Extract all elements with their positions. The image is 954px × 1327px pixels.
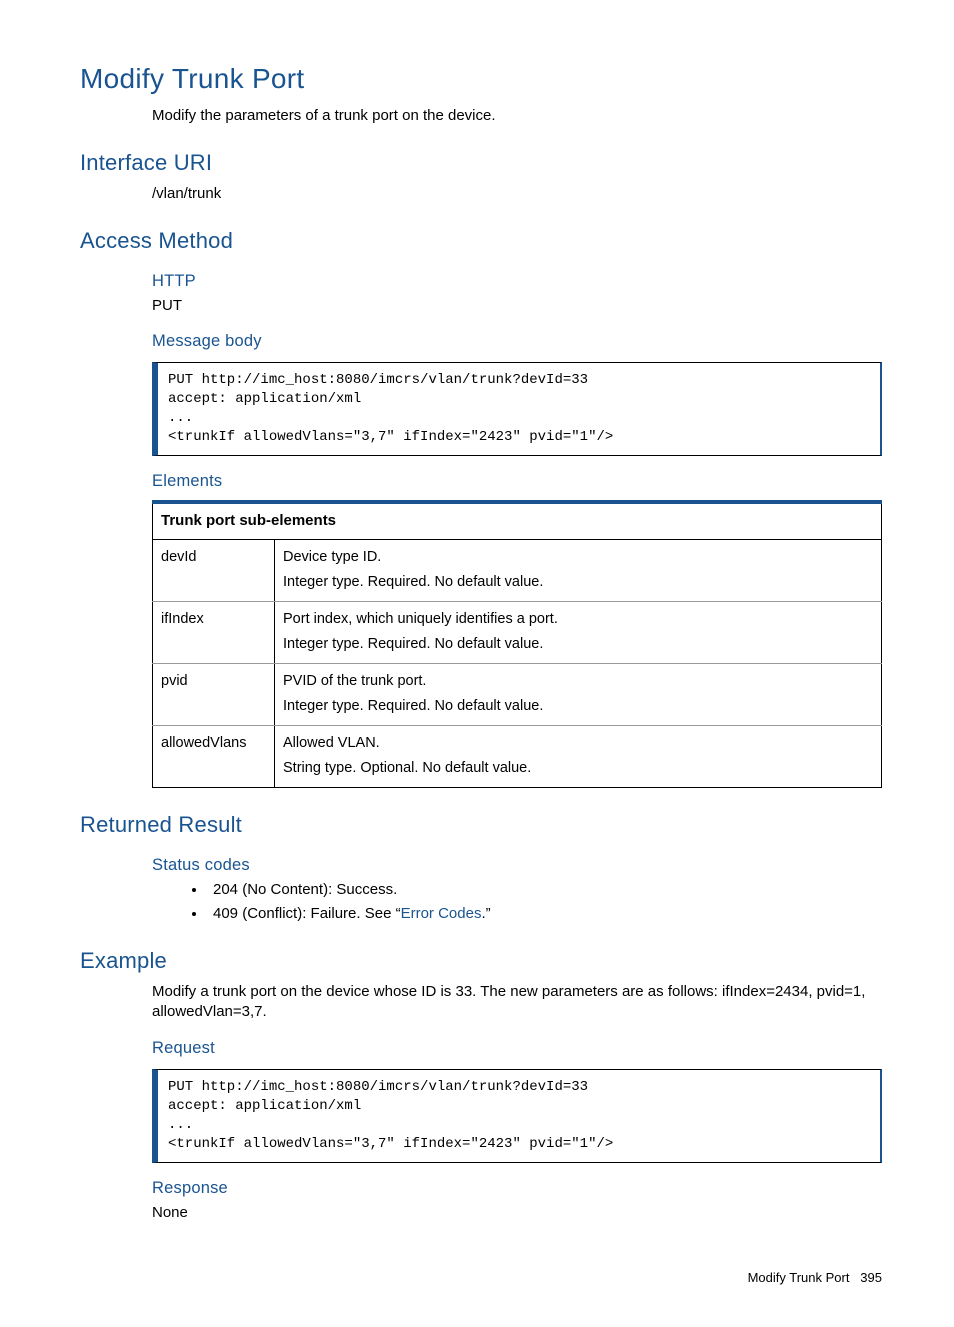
row-desc-1: Device type ID. (283, 548, 873, 568)
response-value: None (152, 1203, 882, 1223)
request-code: PUT http://imc_host:8080/imcrs/vlan/trun… (152, 1069, 882, 1163)
section-example: Example (80, 946, 882, 976)
message-body-code: PUT http://imc_host:8080/imcrs/vlan/trun… (152, 362, 882, 456)
row-name: devId (153, 539, 275, 601)
elements-table: Trunk port sub-elements devId Device typ… (152, 500, 882, 788)
row-name: allowedVlans (153, 725, 275, 787)
section-access-method: Access Method (80, 226, 882, 256)
status-code-item: 204 (No Content): Success. (207, 880, 882, 900)
example-description: Modify a trunk port on the device whose … (152, 982, 882, 1023)
row-desc-1: Port index, which uniquely identifies a … (283, 610, 873, 630)
table-row: devId Device type ID. Integer type. Requ… (153, 539, 882, 601)
elements-label: Elements (152, 470, 882, 492)
status-codes-label: Status codes (152, 854, 882, 876)
http-value: PUT (152, 296, 882, 316)
status-codes-list: 204 (No Content): Success. 409 (Conflict… (152, 880, 882, 925)
intro-text: Modify the parameters of a trunk port on… (152, 106, 882, 126)
error-codes-link[interactable]: Error Codes (401, 905, 482, 922)
message-body-label: Message body (152, 330, 882, 352)
page-footer: Modify Trunk Port 395 (80, 1269, 882, 1287)
interface-uri-value: /vlan/trunk (152, 184, 882, 204)
table-header: Trunk port sub-elements (153, 502, 882, 539)
row-name: pvid (153, 663, 275, 725)
section-returned-result: Returned Result (80, 810, 882, 840)
status-code-text: .” (481, 905, 490, 922)
status-code-item: 409 (Conflict): Failure. See “Error Code… (207, 904, 882, 924)
row-desc: Device type ID. Integer type. Required. … (275, 539, 882, 601)
row-desc: Port index, which uniquely identifies a … (275, 601, 882, 663)
row-desc-2: Integer type. Required. No default value… (283, 697, 873, 717)
row-desc-1: Allowed VLAN. (283, 734, 873, 754)
row-name: ifIndex (153, 601, 275, 663)
request-label: Request (152, 1037, 882, 1059)
http-label: HTTP (152, 270, 882, 292)
table-row: allowedVlans Allowed VLAN. String type. … (153, 725, 882, 787)
row-desc: PVID of the trunk port. Integer type. Re… (275, 663, 882, 725)
status-code-text: 409 (Conflict): Failure. See “ (213, 905, 401, 922)
footer-title: Modify Trunk Port (748, 1270, 850, 1285)
row-desc-2: Integer type. Required. No default value… (283, 635, 873, 655)
response-label: Response (152, 1177, 882, 1199)
row-desc: Allowed VLAN. String type. Optional. No … (275, 725, 882, 787)
table-row: pvid PVID of the trunk port. Integer typ… (153, 663, 882, 725)
row-desc-2: Integer type. Required. No default value… (283, 573, 873, 593)
page-title: Modify Trunk Port (80, 60, 882, 98)
row-desc-2: String type. Optional. No default value. (283, 759, 873, 779)
table-row: ifIndex Port index, which uniquely ident… (153, 601, 882, 663)
row-desc-1: PVID of the trunk port. (283, 672, 873, 692)
section-interface-uri: Interface URI (80, 148, 882, 178)
footer-page-number: 395 (860, 1270, 882, 1285)
